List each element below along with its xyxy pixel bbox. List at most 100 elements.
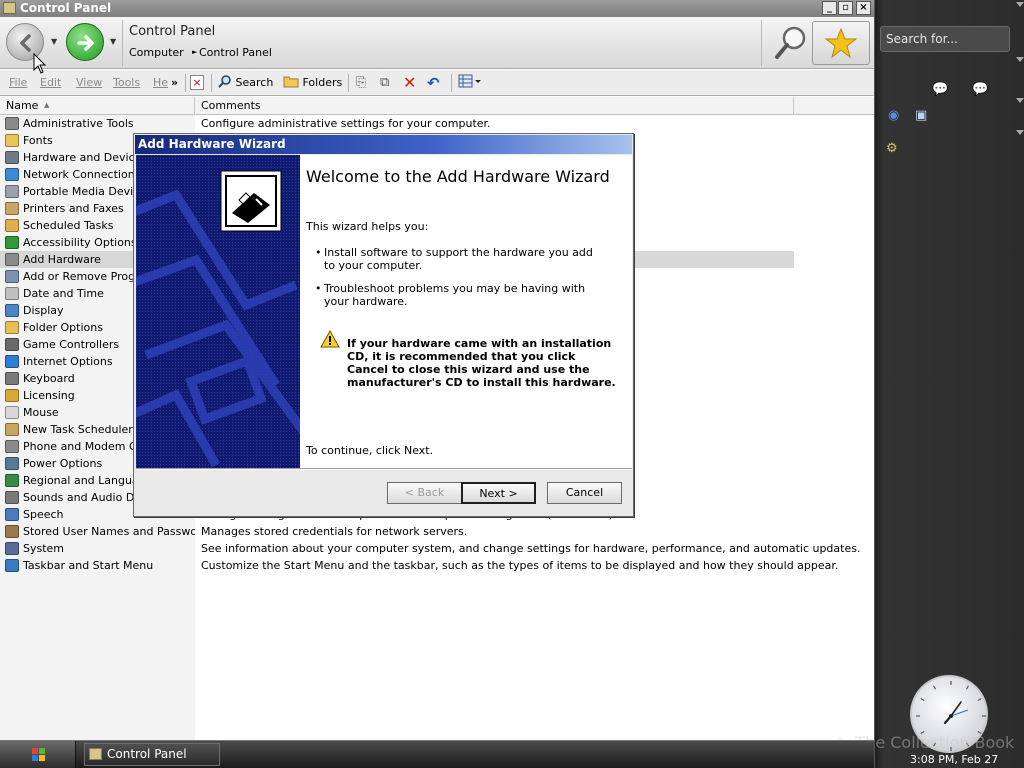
speech-bubble-icon[interactable]: 💬 xyxy=(932,82,948,97)
gadget-options-icon[interactable] xyxy=(1016,2,1024,7)
item-name-label: Taskbar and Start Menu xyxy=(23,559,154,572)
toolbar-folders-button[interactable]: Folders xyxy=(283,73,342,93)
item-comment: Configure administrative settings for yo… xyxy=(201,117,491,130)
back-history-dropdown-icon[interactable]: ▼ xyxy=(51,37,57,46)
address-bar[interactable]: Control Panel Computer ► Control Panel xyxy=(122,20,762,66)
gadget-options-icon[interactable] xyxy=(1016,98,1024,103)
list-item[interactable]: Taskbar and Start Menu Customize the Star… xyxy=(0,557,874,574)
item-name-label: New Task Scheduler xyxy=(23,423,133,436)
item-name[interactable]: Administrative Tools xyxy=(0,115,195,132)
undo-icon[interactable]: ↶ xyxy=(427,73,440,93)
menu-tools[interactable]: Tools xyxy=(113,76,140,89)
views-button[interactable] xyxy=(458,73,482,93)
mouse-cursor-icon xyxy=(33,53,47,74)
item-comment: Customize the Start Menu and the taskbar… xyxy=(201,559,839,572)
column-header-comments[interactable]: Comments xyxy=(195,97,794,115)
maximize-button[interactable]: ▫ xyxy=(838,1,853,15)
move-to-icon[interactable]: ⎘ xyxy=(356,73,366,93)
search-icon xyxy=(218,75,231,88)
item-name[interactable]: System xyxy=(0,540,195,557)
applet-icon xyxy=(5,355,19,368)
applet-icon xyxy=(5,457,19,470)
column-header-bar: Name ▲ Comments xyxy=(0,97,874,115)
wizard-body: Welcome to the Add Hardware Wizard This … xyxy=(300,155,632,468)
menu-file[interactable]: File xyxy=(9,76,27,89)
item-name-label: Internet Options xyxy=(23,355,113,368)
watermark-text: The Collection Book xyxy=(855,733,1015,752)
gadget-options-icon[interactable] xyxy=(1016,130,1024,135)
applet-icon xyxy=(5,270,19,283)
item-name-label: Printers and Faxes xyxy=(23,202,124,215)
menu-view[interactable]: View xyxy=(76,76,102,89)
toolbar-search-button[interactable]: Search xyxy=(218,73,273,93)
sidebar-search-input[interactable]: Search for... xyxy=(880,26,1010,52)
dialog-separator xyxy=(136,468,632,470)
hardware-watermark-art xyxy=(136,155,300,468)
menu-edit[interactable]: Edit xyxy=(40,76,61,89)
item-comment: Manages stored credentials for network s… xyxy=(201,525,468,538)
minimize-button[interactable]: _ xyxy=(822,1,837,15)
forward-history-dropdown-icon[interactable]: ▼ xyxy=(110,37,116,46)
toolbar-overflow-chevron[interactable]: » xyxy=(171,73,178,93)
item-name-label: Power Options xyxy=(23,457,103,470)
item-name[interactable]: Stored User Names and Passwords xyxy=(0,523,195,540)
applet-icon xyxy=(5,474,19,487)
applet-icon xyxy=(5,559,19,572)
toolbar-separator xyxy=(185,74,186,92)
forward-button[interactable] xyxy=(66,23,104,61)
item-name-label: Mouse xyxy=(23,406,59,419)
dialog-title[interactable]: Add Hardware Wizard xyxy=(135,135,632,154)
applet-icon xyxy=(5,321,19,334)
tools-icon[interactable]: ⚙ xyxy=(886,141,898,156)
next-button[interactable]: Next > xyxy=(461,482,536,504)
column-name-label: Name xyxy=(6,99,39,112)
feed-icon[interactable]: ◉ xyxy=(888,108,899,123)
toolbar-search-label: Search xyxy=(235,76,274,89)
back-button-disabled[interactable]: < Back xyxy=(387,482,462,504)
item-name[interactable]: Taskbar and Start Menu xyxy=(0,557,195,574)
taskbar-task-label: Control Panel xyxy=(107,747,187,761)
taskbar-control-panel-button[interactable]: Control Panel xyxy=(84,743,220,766)
applet-icon xyxy=(5,542,19,555)
list-item[interactable]: Administrative Tools Configure administra… xyxy=(0,115,874,132)
views-grid-icon xyxy=(458,74,481,88)
cancel-button[interactable]: Cancel xyxy=(547,482,622,504)
menu-help[interactable]: He xyxy=(153,76,168,89)
notes-icon[interactable]: ▣ xyxy=(915,108,927,123)
navigation-bar: ▼ ▼ Control Panel Computer ► Control Pan… xyxy=(0,17,874,69)
toolbar-separator xyxy=(451,74,452,92)
wizard-heading: Welcome to the Add Hardware Wizard xyxy=(306,167,610,186)
window-title: Control Panel xyxy=(20,1,112,15)
favorites-button[interactable] xyxy=(812,21,870,65)
applet-icon xyxy=(5,117,19,130)
applet-icon xyxy=(5,508,19,521)
stop-icon[interactable]: × xyxy=(190,75,204,90)
item-name-label: Administrative Tools xyxy=(23,117,134,130)
close-button[interactable]: × xyxy=(856,1,871,15)
applet-icon xyxy=(5,423,19,436)
search-button[interactable] xyxy=(768,21,814,65)
window-titlebar[interactable]: Control Panel _ ▫ × xyxy=(0,0,874,17)
list-item[interactable]: System See information about your compute… xyxy=(0,540,874,557)
item-name-label: Keyboard xyxy=(23,372,75,385)
applet-icon xyxy=(5,389,19,402)
clock-text: 3:08 PM, Feb 27 xyxy=(910,753,999,766)
hardware-card-icon xyxy=(220,170,282,232)
item-name-label: Date and Time xyxy=(23,287,104,300)
gadget-options-icon[interactable] xyxy=(1016,57,1024,62)
wizard-intro: This wizard helps you: xyxy=(306,220,429,233)
breadcrumb-control-panel[interactable]: Control Panel xyxy=(199,46,272,59)
item-name-label: System xyxy=(23,542,65,555)
breadcrumb-computer[interactable]: Computer xyxy=(129,46,184,59)
start-button[interactable] xyxy=(0,741,76,768)
delete-icon[interactable]: ✕ xyxy=(403,73,416,93)
list-item[interactable]: Stored User Names and Passwords Manages s… xyxy=(0,523,874,540)
column-header-name[interactable]: Name ▲ xyxy=(0,97,195,115)
applet-icon xyxy=(5,134,19,147)
copy-to-icon[interactable]: ⧉ xyxy=(380,73,389,93)
applet-icon xyxy=(5,525,19,538)
applet-icon xyxy=(5,236,19,249)
speech-bubble-icon[interactable]: 💬 xyxy=(972,82,988,97)
control-panel-icon xyxy=(89,748,102,760)
sort-ascending-icon: ▲ xyxy=(44,101,50,109)
